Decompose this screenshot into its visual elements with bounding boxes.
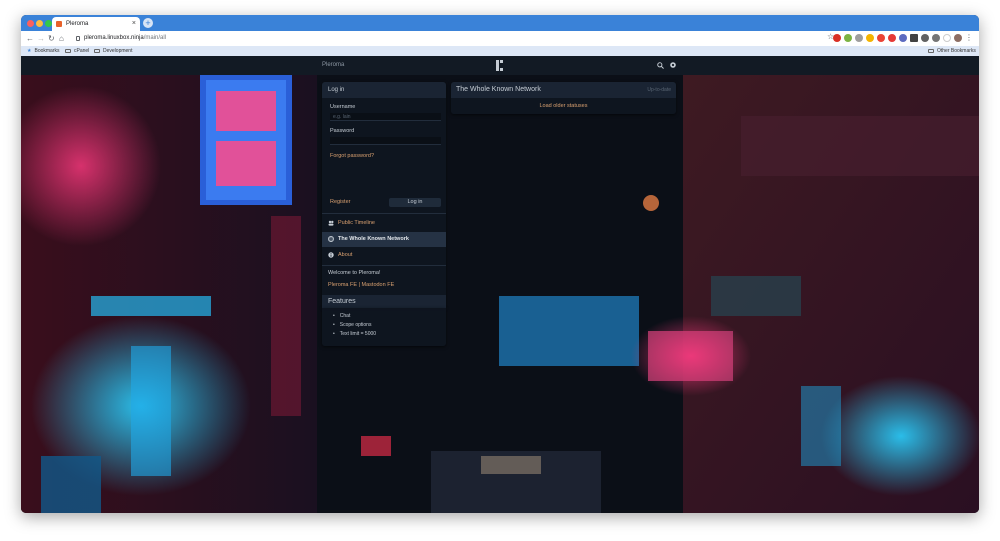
lock-icon [76,36,80,41]
zoom-window-button[interactable] [45,20,52,27]
feature-item: Text limit = 5000 [333,330,376,339]
address-bar[interactable]: pleroma.linuxbox.ninja/main/all [73,33,843,44]
bookmark-label: Other Bookmarks [937,48,976,54]
extension-icon[interactable] [855,34,863,42]
username-label: Username [330,104,356,110]
extension-icon[interactable] [932,34,940,42]
star-icon: ★ [27,48,32,54]
features-panel: Chat Scope options Text limit = 5000 [322,308,446,346]
divider [322,265,446,266]
browser-tabbar: Pleroma × + [21,15,979,31]
url-host: pleroma.linuxbox.ninja [84,35,144,41]
folder-icon [928,48,934,53]
nav-whole-known-network[interactable]: The Whole Known Network [322,232,446,247]
globe-icon [328,236,334,242]
site-name-link[interactable]: Pleroma [322,56,344,75]
password-label: Password [330,128,355,134]
extension-icon[interactable] [844,34,852,42]
bookmarks-bar: ★ Bookmarks cPanel Development Other Book… [21,46,979,56]
timeline-panel: The Whole Known Network Up-to-date Load … [451,82,676,114]
browser-tab[interactable]: Pleroma × [52,17,140,31]
nav-label: Public Timeline [338,220,375,226]
home-icon[interactable]: ⌂ [59,33,64,44]
password-input[interactable] [330,137,441,145]
tab-close-icon[interactable]: × [132,17,136,31]
timeline-status: Up-to-date [647,87,671,93]
bookmark-development[interactable]: Development [94,46,132,56]
other-bookmarks[interactable]: Other Bookmarks [928,46,976,56]
pleroma-logo-icon[interactable] [496,60,504,71]
feature-item: Scope options [333,321,376,330]
load-older-statuses-link[interactable]: Load older statuses [451,98,676,114]
bookmark-label: Development [103,48,133,54]
url-path: /main/all [143,35,167,41]
profile-avatar[interactable] [954,34,962,42]
close-window-button[interactable] [27,20,34,27]
forward-icon[interactable]: → [37,33,45,44]
username-input[interactable]: e.g. lain [330,113,441,121]
login-panel: Log in Username e.g. lain Password Forgo… [322,82,446,308]
nav-about[interactable]: About [322,248,446,263]
extension-icon[interactable] [866,34,874,42]
extension-icon[interactable] [910,34,918,42]
login-button[interactable]: Log in [389,198,441,207]
folder-icon [65,48,71,53]
login-heading: Log in [322,82,446,98]
timeline-title: The Whole Known Network [456,86,541,93]
frontend-links[interactable]: Pleroma FE | Mastodon FE [328,282,394,288]
info-icon [328,252,334,258]
bookmark-label: Bookmarks [34,48,60,54]
bookmark-bookmarks[interactable]: ★ Bookmarks [27,46,60,56]
features-list: Chat Scope options Text limit = 5000 [333,312,376,339]
nav-public-timeline[interactable]: Public Timeline [322,216,446,231]
search-icon[interactable] [657,62,664,69]
tab-title: Pleroma [66,21,89,27]
extension-icon[interactable] [943,34,951,42]
pleroma-page: Pleroma Log in Username e.g. lain Passwo… [21,56,979,513]
welcome-text: Welcome to Pleroma! [328,270,381,276]
bookmark-cpanel[interactable]: cPanel [65,46,89,56]
extension-icon[interactable] [888,34,896,42]
extension-icon[interactable] [877,34,885,42]
background-image [21,56,979,513]
back-icon[interactable]: ← [26,33,34,44]
users-icon [328,220,334,226]
extension-icon[interactable] [899,34,907,42]
nav-label: About [338,252,353,258]
nav-label: The Whole Known Network [338,236,409,242]
register-link[interactable]: Register [330,199,350,205]
bookmark-label: cPanel [74,48,90,54]
menu-kebab-icon[interactable]: ⋮ [965,34,973,42]
gear-icon[interactable] [669,61,677,69]
features-heading: Features [322,295,446,308]
folder-icon [94,48,100,53]
new-tab-button[interactable]: + [143,18,153,28]
browser-toolbar: ← → ↻ ⌂ pleroma.linuxbox.ninja/main/all … [21,31,979,46]
divider [322,213,446,214]
extension-icon[interactable] [921,34,929,42]
forgot-password-link[interactable]: Forgot password? [330,153,374,159]
timeline-heading: The Whole Known Network Up-to-date [451,82,676,98]
feature-item: Chat [333,312,376,321]
extensions-row: ⋮ [833,34,973,43]
browser-window: Pleroma × + ← → ↻ ⌂ pleroma.linuxbox.nin… [21,15,979,513]
minimize-window-button[interactable] [36,20,43,27]
reload-icon[interactable]: ↻ [48,33,55,44]
pleroma-navbar: Pleroma [21,56,979,75]
pleroma-favicon-icon [56,21,62,27]
adblock-icon[interactable] [833,34,841,42]
